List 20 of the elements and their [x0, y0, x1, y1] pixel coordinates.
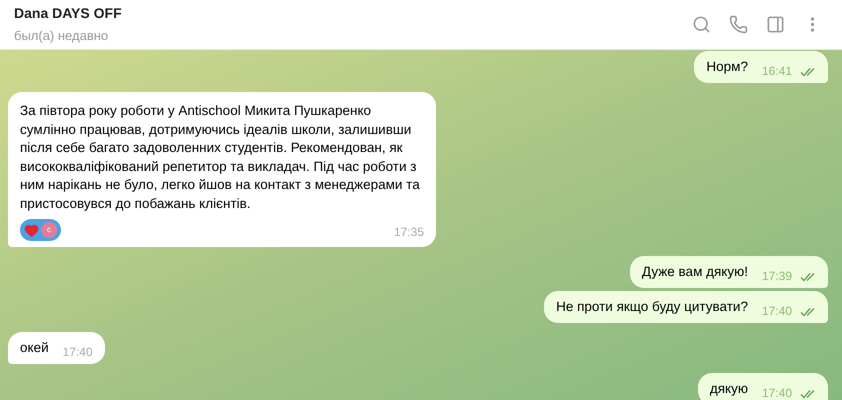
message-text: Не проти якщо буду цитувати?	[556, 298, 748, 316]
reaction-chip[interactable]: с	[20, 219, 61, 241]
message-time: 17:39	[762, 268, 792, 285]
message-time: 17:40	[762, 385, 792, 400]
message-text: окей	[20, 339, 49, 357]
chat-title: Dana DAYS OFF	[14, 4, 122, 24]
search-icon[interactable]	[692, 15, 711, 34]
heart-icon	[24, 222, 39, 238]
chat-status: был(а) недавно	[14, 27, 110, 46]
message-time: 17:40	[762, 303, 792, 320]
message-time: 17:40	[62, 344, 93, 361]
message-text: дякую	[710, 380, 748, 398]
message-text: Дуже вам дякую!	[642, 263, 748, 281]
message-text: Норм?	[706, 58, 748, 76]
sidebar-toggle-icon[interactable]	[766, 15, 785, 34]
reactor-avatar: с	[41, 222, 57, 238]
message-time: 16:41	[762, 63, 792, 80]
message-time: 17:35	[394, 224, 424, 241]
message-text: За півтора року роботи у Antischool Микита Пушкаренко сумлінно працював, дотримуючись ідеалів школи, залишивши після себе багато задоволенних студентів. Рекомендован, як висококваліфікований репетитор та викладач. Під час роботи з ним нарікань не було, легко йшов на контакт з менеджерами та пристосовувся до побажань клієнтів.	[20, 102, 421, 213]
phone-icon[interactable]	[729, 15, 748, 34]
